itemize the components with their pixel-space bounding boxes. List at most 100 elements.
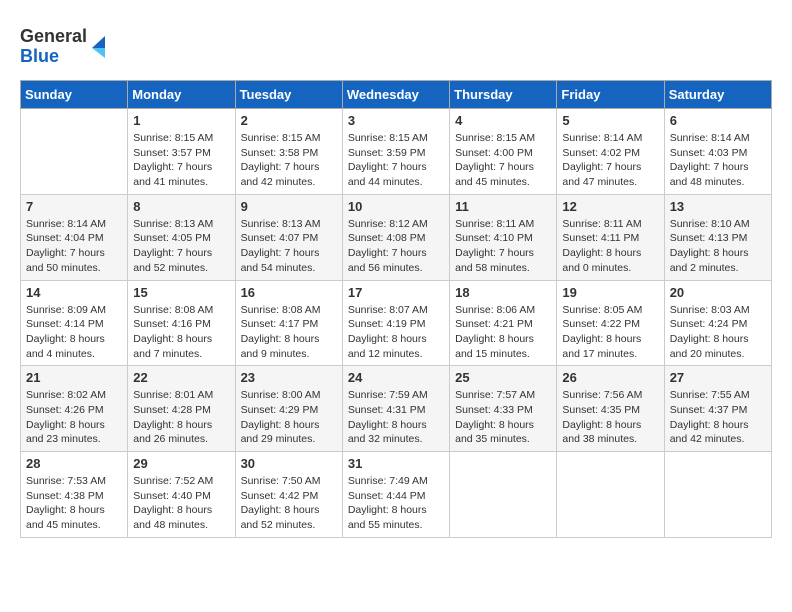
calendar-cell: 13 Sunrise: 8:10 AM Sunset: 4:13 PM Dayli… <box>664 194 771 280</box>
day-number: 22 <box>133 370 229 385</box>
day-info: Sunrise: 8:11 AM Sunset: 4:11 PM Dayligh… <box>562 217 658 276</box>
calendar-cell <box>664 452 771 538</box>
day-number: 18 <box>455 285 551 300</box>
calendar-cell: 25 Sunrise: 7:57 AM Sunset: 4:33 PM Dayli… <box>450 366 557 452</box>
day-info: Sunrise: 8:07 AM Sunset: 4:19 PM Dayligh… <box>348 303 444 362</box>
calendar-cell: 19 Sunrise: 8:05 AM Sunset: 4:22 PM Dayli… <box>557 280 664 366</box>
day-info: Sunrise: 7:56 AM Sunset: 4:35 PM Dayligh… <box>562 388 658 447</box>
day-number: 8 <box>133 199 229 214</box>
page-header: General Blue <box>20 20 772 70</box>
svg-text:General: General <box>20 26 87 46</box>
calendar-cell: 14Sunrise: 8:09 AM Sunset: 4:14 PM Dayli… <box>21 280 128 366</box>
day-number: 31 <box>348 456 444 471</box>
day-number: 25 <box>455 370 551 385</box>
day-number: 24 <box>348 370 444 385</box>
calendar-cell: 8 Sunrise: 8:13 AM Sunset: 4:05 PM Daylig… <box>128 194 235 280</box>
calendar-cell: 9 Sunrise: 8:13 AM Sunset: 4:07 PM Daylig… <box>235 194 342 280</box>
weekday-header-saturday: Saturday <box>664 81 771 109</box>
calendar-cell: 15 Sunrise: 8:08 AM Sunset: 4:16 PM Dayli… <box>128 280 235 366</box>
weekday-header-row: SundayMondayTuesdayWednesdayThursdayFrid… <box>21 81 772 109</box>
day-number: 6 <box>670 113 766 128</box>
weekday-header-friday: Friday <box>557 81 664 109</box>
calendar-cell: 18 Sunrise: 8:06 AM Sunset: 4:21 PM Dayli… <box>450 280 557 366</box>
day-info: Sunrise: 8:10 AM Sunset: 4:13 PM Dayligh… <box>670 217 766 276</box>
day-number: 7 <box>26 199 122 214</box>
day-info: Sunrise: 8:15 AM Sunset: 4:00 PM Dayligh… <box>455 131 551 190</box>
day-number: 9 <box>241 199 337 214</box>
day-info: Sunrise: 7:53 AM Sunset: 4:38 PM Dayligh… <box>26 474 122 533</box>
day-info: Sunrise: 8:15 AM Sunset: 3:58 PM Dayligh… <box>241 131 337 190</box>
day-number: 20 <box>670 285 766 300</box>
calendar-cell: 5 Sunrise: 8:14 AM Sunset: 4:02 PM Daylig… <box>557 109 664 195</box>
day-number: 30 <box>241 456 337 471</box>
calendar-cell <box>450 452 557 538</box>
day-number: 12 <box>562 199 658 214</box>
calendar-cell: 2 Sunrise: 8:15 AM Sunset: 3:58 PM Daylig… <box>235 109 342 195</box>
calendar-cell: 24 Sunrise: 7:59 AM Sunset: 4:31 PM Dayli… <box>342 366 449 452</box>
weekday-header-wednesday: Wednesday <box>342 81 449 109</box>
weekday-header-monday: Monday <box>128 81 235 109</box>
day-info: Sunrise: 8:05 AM Sunset: 4:22 PM Dayligh… <box>562 303 658 362</box>
logo-icon: General Blue <box>20 20 110 70</box>
calendar-cell <box>21 109 128 195</box>
calendar-cell: 1Sunrise: 8:15 AM Sunset: 3:57 PM Daylig… <box>128 109 235 195</box>
calendar-cell: 6 Sunrise: 8:14 AM Sunset: 4:03 PM Daylig… <box>664 109 771 195</box>
svg-text:Blue: Blue <box>20 46 59 66</box>
weekday-header-sunday: Sunday <box>21 81 128 109</box>
day-info: Sunrise: 8:08 AM Sunset: 4:17 PM Dayligh… <box>241 303 337 362</box>
calendar-cell: 26Sunrise: 7:56 AM Sunset: 4:35 PM Dayli… <box>557 366 664 452</box>
day-info: Sunrise: 7:52 AM Sunset: 4:40 PM Dayligh… <box>133 474 229 533</box>
weekday-header-tuesday: Tuesday <box>235 81 342 109</box>
calendar-cell: 29Sunrise: 7:52 AM Sunset: 4:40 PM Dayli… <box>128 452 235 538</box>
calendar-week-row: 7 Sunrise: 8:14 AM Sunset: 4:04 PM Daylig… <box>21 194 772 280</box>
calendar-cell: 17 Sunrise: 8:07 AM Sunset: 4:19 PM Dayli… <box>342 280 449 366</box>
calendar-cell: 31Sunrise: 7:49 AM Sunset: 4:44 PM Dayli… <box>342 452 449 538</box>
calendar-cell: 30Sunrise: 7:50 AM Sunset: 4:42 PM Dayli… <box>235 452 342 538</box>
calendar-week-row: 1Sunrise: 8:15 AM Sunset: 3:57 PM Daylig… <box>21 109 772 195</box>
day-info: Sunrise: 8:15 AM Sunset: 3:59 PM Dayligh… <box>348 131 444 190</box>
calendar-cell: 3Sunrise: 8:15 AM Sunset: 3:59 PM Daylig… <box>342 109 449 195</box>
day-info: Sunrise: 8:13 AM Sunset: 4:07 PM Dayligh… <box>241 217 337 276</box>
day-info: Sunrise: 7:55 AM Sunset: 4:37 PM Dayligh… <box>670 388 766 447</box>
day-number: 21 <box>26 370 122 385</box>
day-number: 15 <box>133 285 229 300</box>
calendar-week-row: 14Sunrise: 8:09 AM Sunset: 4:14 PM Dayli… <box>21 280 772 366</box>
day-number: 5 <box>562 113 658 128</box>
calendar-cell: 20 Sunrise: 8:03 AM Sunset: 4:24 PM Dayli… <box>664 280 771 366</box>
day-number: 19 <box>562 285 658 300</box>
day-info: Sunrise: 8:12 AM Sunset: 4:08 PM Dayligh… <box>348 217 444 276</box>
day-number: 1 <box>133 113 229 128</box>
day-info: Sunrise: 8:14 AM Sunset: 4:04 PM Dayligh… <box>26 217 122 276</box>
calendar-cell: 21Sunrise: 8:02 AM Sunset: 4:26 PM Dayli… <box>21 366 128 452</box>
day-number: 10 <box>348 199 444 214</box>
weekday-header-thursday: Thursday <box>450 81 557 109</box>
day-number: 23 <box>241 370 337 385</box>
calendar-table: SundayMondayTuesdayWednesdayThursdayFrid… <box>20 80 772 538</box>
day-info: Sunrise: 8:03 AM Sunset: 4:24 PM Dayligh… <box>670 303 766 362</box>
day-info: Sunrise: 8:08 AM Sunset: 4:16 PM Dayligh… <box>133 303 229 362</box>
day-info: Sunrise: 7:59 AM Sunset: 4:31 PM Dayligh… <box>348 388 444 447</box>
day-info: Sunrise: 7:57 AM Sunset: 4:33 PM Dayligh… <box>455 388 551 447</box>
day-info: Sunrise: 8:11 AM Sunset: 4:10 PM Dayligh… <box>455 217 551 276</box>
day-info: Sunrise: 8:13 AM Sunset: 4:05 PM Dayligh… <box>133 217 229 276</box>
day-number: 27 <box>670 370 766 385</box>
day-number: 4 <box>455 113 551 128</box>
logo: General Blue <box>20 20 110 70</box>
calendar-cell: 28Sunrise: 7:53 AM Sunset: 4:38 PM Dayli… <box>21 452 128 538</box>
calendar-cell: 7 Sunrise: 8:14 AM Sunset: 4:04 PM Daylig… <box>21 194 128 280</box>
day-info: Sunrise: 8:14 AM Sunset: 4:03 PM Dayligh… <box>670 131 766 190</box>
day-info: Sunrise: 8:00 AM Sunset: 4:29 PM Dayligh… <box>241 388 337 447</box>
calendar-cell: 10 Sunrise: 8:12 AM Sunset: 4:08 PM Dayli… <box>342 194 449 280</box>
day-info: Sunrise: 8:14 AM Sunset: 4:02 PM Dayligh… <box>562 131 658 190</box>
calendar-cell: 16 Sunrise: 8:08 AM Sunset: 4:17 PM Dayli… <box>235 280 342 366</box>
calendar-cell: 4 Sunrise: 8:15 AM Sunset: 4:00 PM Daylig… <box>450 109 557 195</box>
calendar-week-row: 28Sunrise: 7:53 AM Sunset: 4:38 PM Dayli… <box>21 452 772 538</box>
calendar-cell <box>557 452 664 538</box>
day-number: 16 <box>241 285 337 300</box>
day-number: 13 <box>670 199 766 214</box>
day-info: Sunrise: 8:06 AM Sunset: 4:21 PM Dayligh… <box>455 303 551 362</box>
calendar-week-row: 21Sunrise: 8:02 AM Sunset: 4:26 PM Dayli… <box>21 366 772 452</box>
day-number: 14 <box>26 285 122 300</box>
day-number: 2 <box>241 113 337 128</box>
day-number: 17 <box>348 285 444 300</box>
